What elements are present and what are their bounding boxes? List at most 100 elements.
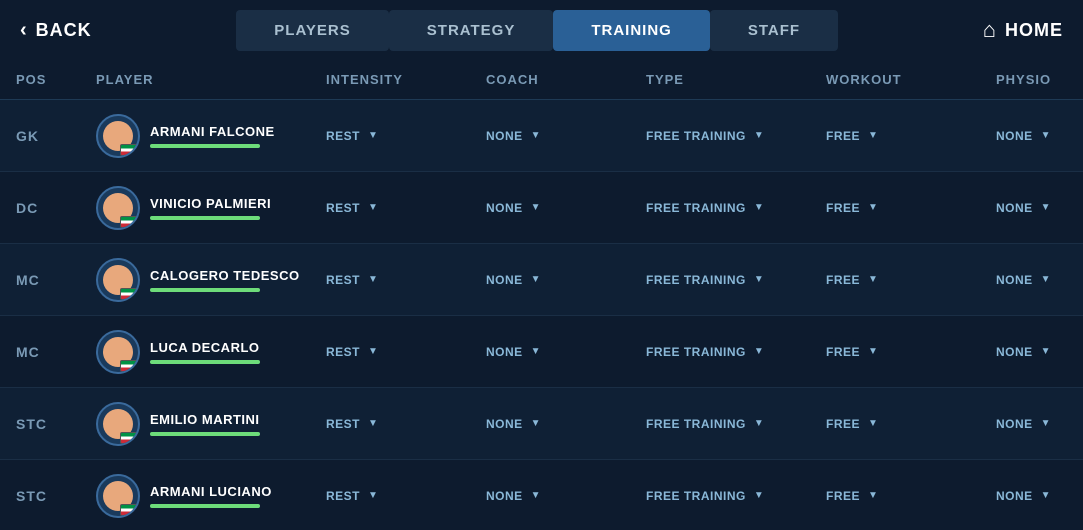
intensity-arrow-icon: ▼	[368, 418, 378, 429]
player-bar	[150, 432, 260, 436]
avatar	[96, 114, 140, 158]
type-dropdown[interactable]: FREE TRAINING ▼	[646, 417, 826, 431]
physio-dropdown[interactable]: NONE ▼	[996, 201, 1083, 215]
intensity-value: REST	[326, 129, 360, 143]
pos-cell: MC	[16, 272, 96, 288]
type-arrow-icon: ▼	[754, 346, 764, 357]
intensity-dropdown[interactable]: REST ▼	[326, 129, 486, 143]
intensity-dropdown[interactable]: REST ▼	[326, 417, 486, 431]
type-dropdown[interactable]: FREE TRAINING ▼	[646, 345, 826, 359]
flag-icon	[120, 288, 138, 300]
workout-arrow-icon: ▼	[868, 130, 878, 141]
player-info: EMILIO MARTINI	[150, 412, 260, 436]
tab-training[interactable]: TRAINING	[553, 10, 710, 51]
header: ‹ BACK PLAYERS STRATEGY TRAINING STAFF ⌂…	[0, 0, 1083, 60]
table-body: GK ARMANI FALCONE REST ▼ NONE ▼ FREE TRA…	[0, 100, 1083, 530]
coach-value: NONE	[486, 129, 523, 143]
col-header-physio: PHYSIO	[996, 68, 1083, 91]
table-header-row: POS PLAYER INTENSITY COACH TYPE WORKOUT …	[0, 60, 1083, 100]
type-dropdown[interactable]: FREE TRAINING ▼	[646, 273, 826, 287]
type-value: FREE TRAINING	[646, 201, 746, 215]
coach-arrow-icon: ▼	[531, 490, 541, 501]
workout-dropdown[interactable]: FREE ▼	[826, 129, 996, 143]
workout-dropdown[interactable]: FREE ▼	[826, 417, 996, 431]
table-row: MC CALOGERO TEDESCO REST ▼ NONE ▼ FREE T…	[0, 244, 1083, 316]
workout-arrow-icon: ▼	[868, 274, 878, 285]
intensity-arrow-icon: ▼	[368, 202, 378, 213]
workout-dropdown[interactable]: FREE ▼	[826, 345, 996, 359]
intensity-dropdown[interactable]: REST ▼	[326, 345, 486, 359]
coach-dropdown[interactable]: NONE ▼	[486, 201, 646, 215]
workout-value: FREE	[826, 273, 860, 287]
physio-arrow-icon: ▼	[1041, 346, 1051, 357]
workout-value: FREE	[826, 417, 860, 431]
physio-dropdown[interactable]: NONE ▼	[996, 273, 1083, 287]
physio-arrow-icon: ▼	[1041, 490, 1051, 501]
flag-icon	[120, 144, 138, 156]
coach-dropdown[interactable]: NONE ▼	[486, 417, 646, 431]
intensity-arrow-icon: ▼	[368, 274, 378, 285]
type-arrow-icon: ▼	[754, 274, 764, 285]
tab-strategy[interactable]: STRATEGY	[389, 10, 554, 51]
home-button[interactable]: ⌂ HOME	[983, 17, 1063, 43]
player-bar	[150, 360, 260, 364]
pos-cell: STC	[16, 416, 96, 432]
player-cell: CALOGERO TEDESCO	[96, 258, 326, 302]
coach-value: NONE	[486, 417, 523, 431]
intensity-dropdown[interactable]: REST ▼	[326, 489, 486, 503]
intensity-arrow-icon: ▼	[368, 130, 378, 141]
coach-value: NONE	[486, 201, 523, 215]
type-arrow-icon: ▼	[754, 202, 764, 213]
coach-dropdown[interactable]: NONE ▼	[486, 489, 646, 503]
player-info: VINICIO PALMIERI	[150, 196, 271, 220]
type-dropdown[interactable]: FREE TRAINING ▼	[646, 129, 826, 143]
workout-value: FREE	[826, 129, 860, 143]
coach-arrow-icon: ▼	[531, 346, 541, 357]
tab-players[interactable]: PLAYERS	[236, 10, 388, 51]
physio-arrow-icon: ▼	[1041, 418, 1051, 429]
player-bar	[150, 504, 260, 508]
physio-dropdown[interactable]: NONE ▼	[996, 129, 1083, 143]
type-dropdown[interactable]: FREE TRAINING ▼	[646, 489, 826, 503]
avatar	[96, 474, 140, 518]
coach-arrow-icon: ▼	[531, 418, 541, 429]
intensity-dropdown[interactable]: REST ▼	[326, 273, 486, 287]
physio-dropdown[interactable]: NONE ▼	[996, 489, 1083, 503]
flag-icon	[120, 432, 138, 444]
col-header-player: PLAYER	[96, 68, 326, 91]
physio-value: NONE	[996, 273, 1033, 287]
type-value: FREE TRAINING	[646, 129, 746, 143]
col-header-type: TYPE	[646, 68, 826, 91]
back-label: BACK	[36, 20, 92, 41]
avatar	[96, 402, 140, 446]
workout-dropdown[interactable]: FREE ▼	[826, 273, 996, 287]
intensity-value: REST	[326, 489, 360, 503]
player-info: LUCA DECARLO	[150, 340, 260, 364]
intensity-value: REST	[326, 201, 360, 215]
physio-dropdown[interactable]: NONE ▼	[996, 417, 1083, 431]
coach-value: NONE	[486, 345, 523, 359]
player-name: LUCA DECARLO	[150, 340, 260, 355]
type-arrow-icon: ▼	[754, 418, 764, 429]
type-dropdown[interactable]: FREE TRAINING ▼	[646, 201, 826, 215]
workout-arrow-icon: ▼	[868, 490, 878, 501]
pos-cell: GK	[16, 128, 96, 144]
flag-icon	[120, 504, 138, 516]
player-name: EMILIO MARTINI	[150, 412, 260, 427]
table-row: DC VINICIO PALMIERI REST ▼ NONE ▼ FREE T…	[0, 172, 1083, 244]
back-button[interactable]: ‹ BACK	[20, 19, 92, 42]
physio-dropdown[interactable]: NONE ▼	[996, 345, 1083, 359]
coach-dropdown[interactable]: NONE ▼	[486, 129, 646, 143]
player-cell: VINICIO PALMIERI	[96, 186, 326, 230]
physio-value: NONE	[996, 489, 1033, 503]
coach-dropdown[interactable]: NONE ▼	[486, 273, 646, 287]
workout-dropdown[interactable]: FREE ▼	[826, 201, 996, 215]
table-row: GK ARMANI FALCONE REST ▼ NONE ▼ FREE TRA…	[0, 100, 1083, 172]
flag-icon	[120, 360, 138, 372]
tab-staff[interactable]: STAFF	[710, 10, 838, 51]
workout-dropdown[interactable]: FREE ▼	[826, 489, 996, 503]
physio-value: NONE	[996, 129, 1033, 143]
coach-dropdown[interactable]: NONE ▼	[486, 345, 646, 359]
intensity-dropdown[interactable]: REST ▼	[326, 201, 486, 215]
table-row: MC LUCA DECARLO REST ▼ NONE ▼ FREE TRAIN…	[0, 316, 1083, 388]
